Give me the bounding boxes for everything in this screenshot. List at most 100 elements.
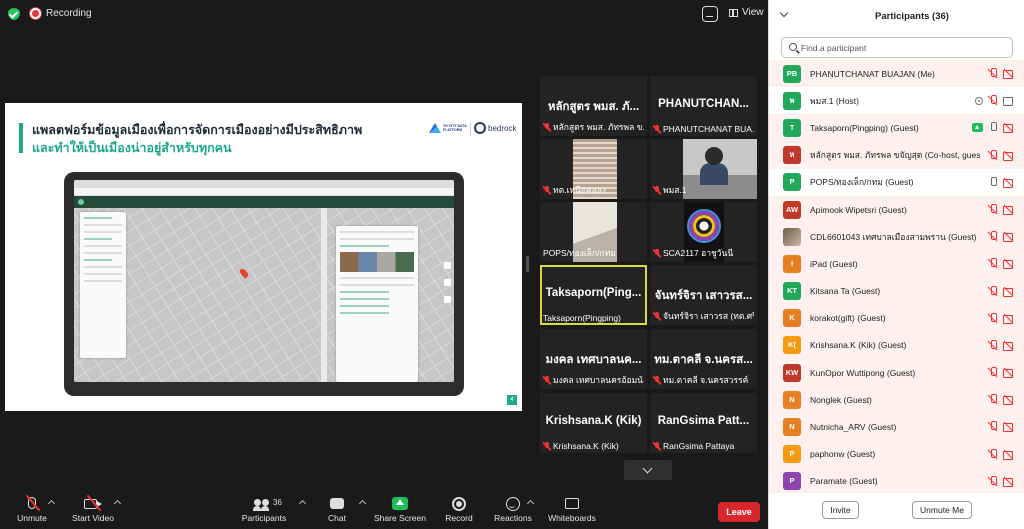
participant-row[interactable]: P Paramate (Guest) — [769, 467, 1024, 493]
video-off-icon — [1003, 449, 1015, 460]
video-tile[interactable]: POPS/ทองเล็ก/กทม — [540, 202, 647, 262]
recording-icon — [30, 8, 41, 19]
participant-row[interactable]: T Taksaporn(Pingping) (Guest) — [769, 114, 1024, 142]
host-badge-icon — [975, 96, 983, 105]
panel-line — [340, 305, 390, 307]
video-tile[interactable]: มงคล เทศบาลนค... มงคล เทศบาลนครอ้อมน้อย — [540, 329, 647, 389]
panel-line — [84, 280, 122, 282]
participant-status-icons — [988, 176, 1015, 188]
participant-name: CDL6601043 เทศบาลเมืองสามพราน (Guest) — [810, 231, 977, 242]
participant-name: paphonw (Guest) — [810, 449, 876, 460]
tile-name: Krishsana.K (Kik) — [553, 441, 619, 451]
monitor-mockup — [64, 172, 464, 396]
gallery-scroll-down-button[interactable] — [624, 460, 672, 480]
panel-line — [340, 312, 390, 314]
avatar: P — [783, 173, 801, 192]
split-drag-handle[interactable] — [526, 256, 529, 272]
tile-display-name: PHANUTCHAN... — [658, 98, 749, 110]
participant-row[interactable]: IiPad (Guest) — [769, 250, 1024, 278]
participant-name: Krishsana.K (Kik) (Guest) — [810, 340, 907, 351]
encryption-shield-icon[interactable] — [8, 8, 20, 20]
ai-companion-icon[interactable] — [702, 6, 718, 22]
share-screen-icon — [392, 497, 408, 510]
video-off-icon — [1003, 150, 1015, 161]
record-button[interactable]: Record — [440, 487, 478, 529]
chat-button[interactable]: Chat — [320, 487, 354, 529]
tile-display-name: RanGsima Patt... — [657, 415, 750, 427]
participants-options-chevron-icon[interactable] — [298, 499, 307, 508]
mic-muted-icon — [988, 95, 998, 106]
mic-muted-icon — [653, 185, 661, 195]
invite-button[interactable]: Invite — [822, 501, 859, 519]
city-data-logo-icon — [429, 123, 441, 133]
participant-row[interactable]: Kkorakot(gift) (Guest) — [769, 304, 1024, 332]
reactions-button[interactable]: Reactions — [492, 487, 534, 529]
camera-logo-icon — [689, 211, 719, 241]
participant-row[interactable]: ห หลักสูตร พมส. ภัทรพล ขจัญสุด (Co-host, … — [769, 141, 1024, 169]
slide-page-number: 4 — [507, 395, 517, 405]
panel-line — [340, 284, 414, 286]
bedrock-logo: bedrock — [474, 122, 516, 134]
video-tile[interactable]: จันทร์จิรา เสาวรส... จันทร์จิรา เสาวรส (ท… — [650, 265, 757, 325]
video-icon — [1003, 95, 1015, 107]
participant-row[interactable]: CDL6601043 เทศบาลเมืองสามพราน (Guest) — [769, 223, 1024, 251]
participant-row[interactable]: AW Apimook Wipetsri (Guest) — [769, 195, 1024, 224]
participant-name: Apimook Wipetsri (Guest) — [810, 204, 907, 215]
participant-row[interactable]: K(Krishsana.K (Kik) (Guest) — [769, 331, 1024, 360]
video-tile[interactable]: หลักสูตร พมส. ภั... หลักสูตร พมส. ภัทรพล … — [540, 76, 647, 136]
avatar: T — [783, 118, 801, 137]
start-video-button[interactable]: Start Video — [66, 487, 120, 529]
panel-line — [340, 238, 414, 240]
tile-name-label: ทต.เหนือคลอง — [543, 183, 644, 197]
chat-options-chevron-icon[interactable] — [358, 499, 367, 508]
panel-line — [340, 291, 390, 293]
participant-row[interactable]: N Nonglek (Guest) — [769, 386, 1024, 414]
participant-row[interactable]: P POPS/ทองเล็ก/กทม (Guest) — [769, 169, 1024, 196]
participants-count: 36 — [273, 498, 282, 507]
zoom-out-icon — [444, 279, 451, 286]
video-person — [700, 163, 728, 185]
video-tile[interactable]: SCA2117 อาชูวันนี — [650, 202, 757, 262]
avatar: KW — [783, 363, 801, 382]
participant-row[interactable]: พ พมส.1 (Host) — [769, 87, 1024, 114]
avatar: AW — [783, 200, 801, 219]
participant-name: หลักสูตร พมส. ภัทรพล ขจัญสุด (Co-host, g… — [810, 150, 980, 161]
video-tile[interactable]: ทม.ตาคลี จ.นครส... ทม.ตาคลี จ.นครสวรรค์ — [650, 329, 757, 389]
participant-row[interactable]: PB PHANUTCHANAT BUAJAN (Me) — [769, 60, 1024, 88]
reactions-icon — [506, 497, 520, 511]
video-off-icon — [1003, 204, 1015, 215]
participant-row[interactable]: N Nutnicha_ARV (Guest) — [769, 413, 1024, 441]
avatar: KT — [783, 282, 801, 301]
participant-row[interactable]: Ppaphonw (Guest) — [769, 440, 1024, 468]
video-off-icon — [1003, 122, 1015, 134]
video-off-icon — [1003, 421, 1015, 433]
video-tile[interactable]: Taksaporn(Ping... Taksaporn(Pingping) — [540, 265, 647, 325]
video-tile[interactable]: RanGsima Patt... RanGsima Pattaya — [650, 393, 757, 453]
participants-button[interactable]: 36 Participants — [238, 487, 290, 529]
video-tile[interactable]: Krishsana.K (Kik) Krishsana.K (Kik) — [540, 393, 647, 453]
video-tile[interactable]: ทต.เหนือคลอง — [540, 139, 647, 199]
video-tile[interactable]: PHANUTCHAN... PHANUTCHANAT BUA... — [650, 76, 757, 136]
panel-line — [84, 217, 112, 219]
tile-name-label: พมส.1 — [653, 183, 754, 197]
share-screen-button[interactable]: Share Screen — [372, 487, 428, 529]
chat-icon — [330, 498, 344, 509]
view-button[interactable]: View — [729, 7, 764, 18]
whiteboards-button[interactable]: Whiteboards — [546, 487, 598, 529]
mic-muted-icon — [988, 339, 998, 351]
participant-status-icons — [988, 231, 1015, 243]
mic-muted-icon — [988, 203, 998, 215]
mic-muted-icon — [543, 122, 551, 132]
unmute-button[interactable]: Unmute — [10, 487, 54, 529]
participant-row[interactable]: KW KunOpor Wuttipong (Guest) — [769, 359, 1024, 387]
app-logo-icon — [78, 199, 84, 205]
participants-panel: Participants (36) Find a participant PB P… — [768, 0, 1024, 529]
unmute-me-button[interactable]: Unmute Me — [912, 501, 972, 519]
participant-search-input[interactable]: Find a participant — [781, 37, 1013, 58]
record-icon — [452, 497, 466, 511]
video-tile[interactable]: พมส.1 — [650, 139, 757, 199]
panel-title: Participants (36) — [875, 11, 949, 22]
participant-row[interactable]: KT Kitsana Ta (Guest) — [769, 277, 1024, 305]
bedrock-text: bedrock — [488, 123, 517, 133]
leave-button[interactable]: Leave — [718, 502, 760, 522]
